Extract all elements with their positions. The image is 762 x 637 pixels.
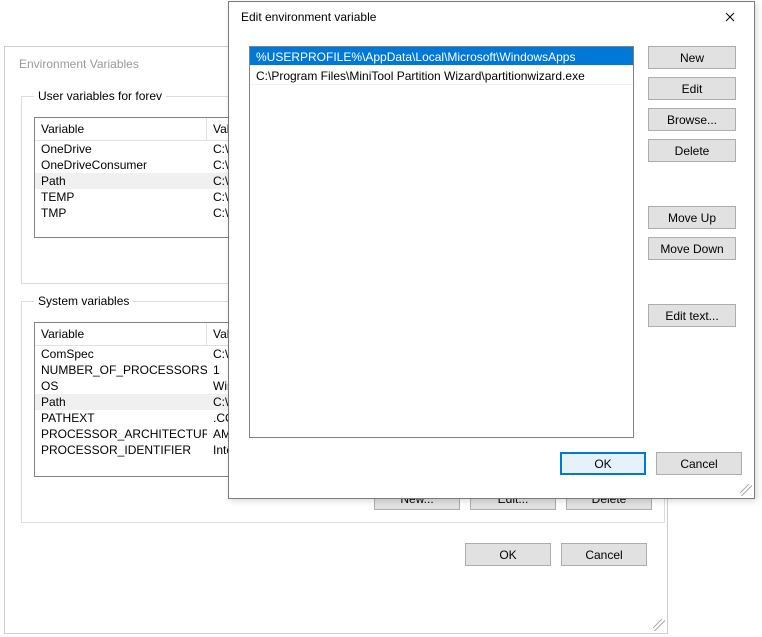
system-variables-legend: System variables <box>34 294 133 308</box>
new-button[interactable]: New <box>648 46 736 69</box>
move-up-button[interactable]: Move Up <box>648 206 736 229</box>
list-item[interactable]: %USERPROFILE%\AppData\Local\Microsoft\Wi… <box>250 47 633 66</box>
var-name: Path <box>35 395 207 409</box>
var-name: ComSpec <box>35 347 207 361</box>
edit-dialog-title: Edit environment variable <box>241 10 376 24</box>
close-button[interactable] <box>708 3 752 31</box>
var-name: PROCESSOR_IDENTIFIER <box>35 443 207 457</box>
var-name: OneDrive <box>35 142 207 156</box>
delete-button[interactable]: Delete <box>648 139 736 162</box>
edit-ok-button[interactable]: OK <box>560 452 646 475</box>
col-variable[interactable]: Variable <box>35 323 207 345</box>
close-icon <box>725 12 735 22</box>
var-name: PROCESSOR_ARCHITECTURE <box>35 427 207 441</box>
env-cancel-button[interactable]: Cancel <box>561 543 647 566</box>
var-name: OS <box>35 379 207 393</box>
env-ok-button[interactable]: OK <box>465 543 551 566</box>
edit-dialog-titlebar[interactable]: Edit environment variable <box>229 2 754 32</box>
var-name: PATHEXT <box>35 411 207 425</box>
col-variable[interactable]: Variable <box>35 118 207 140</box>
edit-cancel-button[interactable]: Cancel <box>656 452 742 475</box>
edit-environment-variable-dialog: Edit environment variable %USERPROFILE%\… <box>228 1 755 499</box>
var-name: OneDriveConsumer <box>35 158 207 172</box>
var-name: TMP <box>35 206 207 220</box>
user-variables-legend: User variables for forev <box>34 89 166 103</box>
var-name: NUMBER_OF_PROCESSORS <box>35 363 207 377</box>
resize-grip-icon[interactable] <box>740 484 752 496</box>
browse-button[interactable]: Browse... <box>648 108 736 131</box>
edit-side-buttons: New Edit Browse... Delete Move Up Move D… <box>648 46 736 438</box>
edit-dialog-footer: OK Cancel <box>229 438 754 475</box>
path-entries-list[interactable]: %USERPROFILE%\AppData\Local\Microsoft\Wi… <box>249 46 634 438</box>
list-item[interactable]: C:\Program Files\MiniTool Partition Wiza… <box>250 66 633 85</box>
edit-text-button[interactable]: Edit text... <box>648 304 736 327</box>
move-down-button[interactable]: Move Down <box>648 237 736 260</box>
var-name: Path <box>35 174 207 188</box>
edit-button[interactable]: Edit <box>648 77 736 100</box>
var-name: TEMP <box>35 190 207 204</box>
env-dialog-buttons: OK Cancel <box>5 533 667 566</box>
